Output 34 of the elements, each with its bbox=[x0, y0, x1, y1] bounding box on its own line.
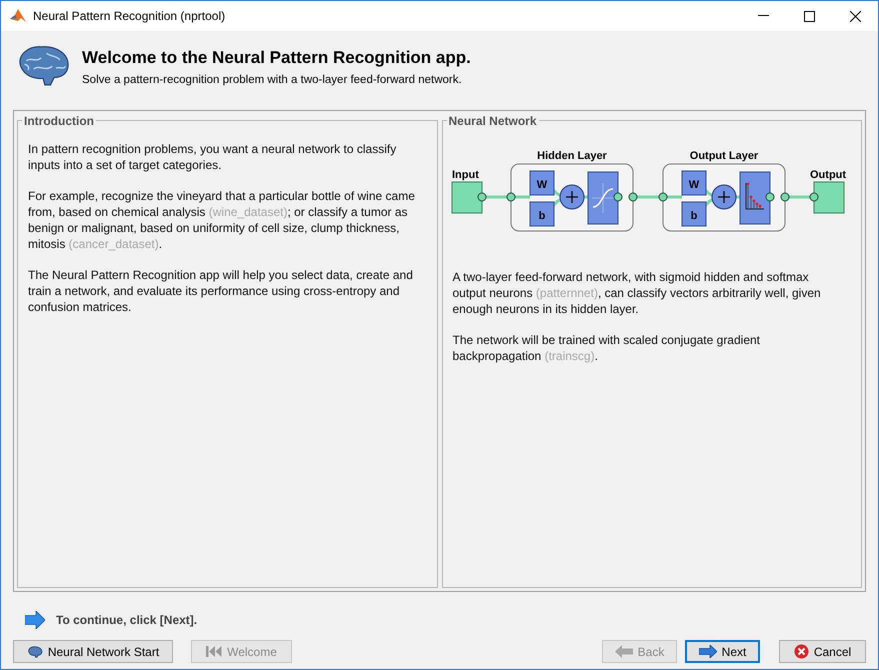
left-arrow-icon bbox=[614, 645, 633, 658]
paragraph: In pattern recognition problems, you want a neural network to classify inputs into a set of target categories. bbox=[28, 141, 398, 173]
start-button[interactable]: Neural Network Start bbox=[13, 640, 173, 663]
layer-label: Hidden Layer bbox=[536, 150, 606, 162]
hint-text: To continue, click [Next]. bbox=[56, 613, 198, 627]
paragraph: A two-layer feed-forward network, with sigmoid hidden and softmax output neurons (patternnet), can classify vectors arbitrarily well, given enough neurons in its hidden layer. bbox=[452, 269, 822, 317]
right-arrow-icon bbox=[698, 645, 717, 658]
panel-title: Introduction bbox=[22, 114, 96, 128]
dataset-link[interactable]: (cancer_dataset) bbox=[68, 237, 159, 251]
dataset-link[interactable]: (patternnet) bbox=[536, 286, 598, 300]
page-subtitle: Solve a pattern-recognition problem with a two-layer feed-forward network. bbox=[82, 74, 463, 86]
paragraph: The Neural Pattern Recognition app will help you select data, create and train a network, and evaluate its performance using cross-entropy and confusion matrices. bbox=[28, 267, 414, 315]
sigmoid-block-icon bbox=[587, 172, 618, 224]
minimize-icon[interactable] bbox=[758, 15, 768, 17]
cancel-button[interactable]: Cancel bbox=[779, 640, 866, 663]
next-button[interactable]: Next bbox=[685, 640, 760, 663]
softmax-block-icon bbox=[739, 172, 770, 224]
window-title: Neural Pattern Recognition (nprtool) bbox=[33, 9, 226, 23]
dataset-link[interactable]: (wine_dataset) bbox=[208, 205, 288, 219]
skip-back-icon bbox=[206, 646, 222, 657]
dataset-link[interactable]: (trainscg) bbox=[544, 349, 595, 363]
paragraph: The network will be trained with scaled conjugate gradient backpropagation (trainscg). bbox=[452, 332, 762, 364]
app-logo-icon bbox=[10, 9, 26, 23]
maximize-icon[interactable] bbox=[804, 10, 814, 22]
close-icon[interactable] bbox=[850, 10, 860, 22]
brain-icon bbox=[26, 646, 43, 658]
page-title: Welcome to the Neural Pattern Recognition app. bbox=[82, 48, 471, 68]
cancel-icon bbox=[794, 644, 809, 659]
panel-title: Neural Network bbox=[446, 114, 539, 128]
input-label: Input bbox=[452, 169, 478, 181]
right-arrow-icon bbox=[25, 611, 45, 629]
output-label: Output bbox=[810, 169, 846, 181]
layer-label: Output Layer bbox=[689, 150, 758, 162]
paragraph: For example, recognize the vineyard that a particular bottle of wine came from, based on chemical analysis (wine_dataset); or classify a tumor as benign or malignant, based on uniformity of cell size, clump thickness, mitosis (cancer_dataset). bbox=[28, 188, 416, 252]
